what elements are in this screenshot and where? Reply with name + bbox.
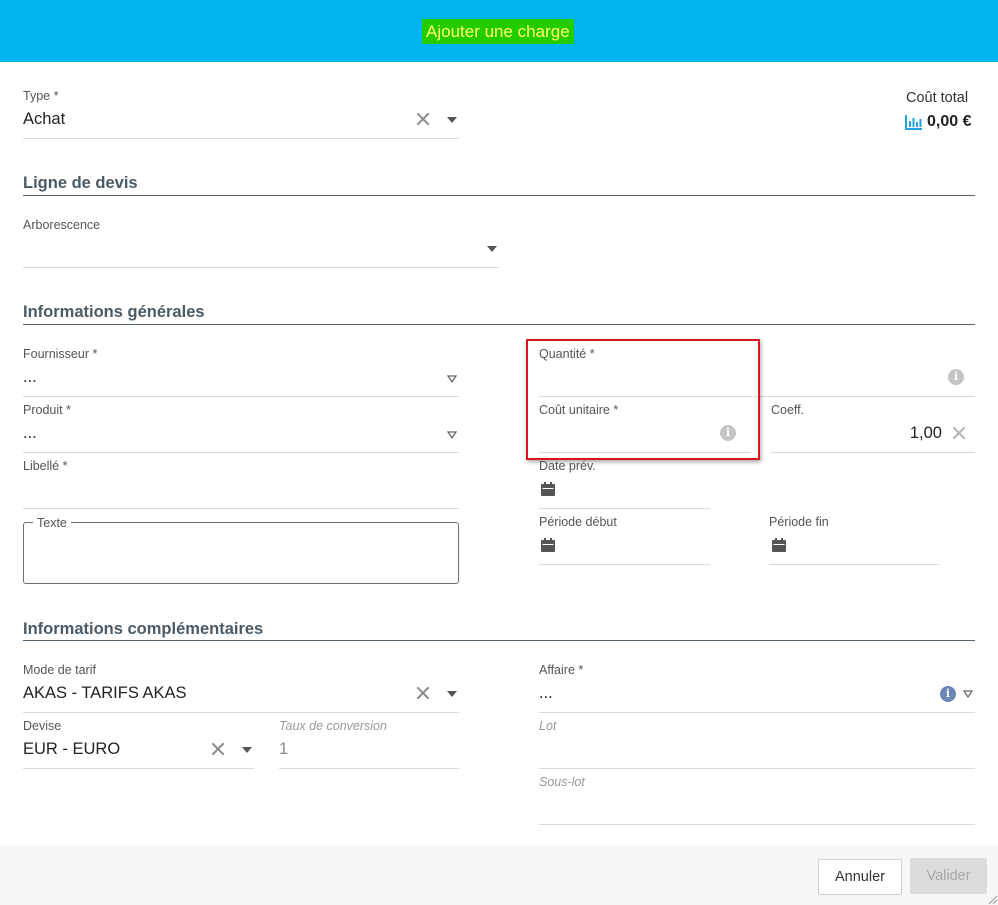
supplier-label: Fournisseur * — [23, 347, 98, 361]
rate-mode-clear-icon[interactable] — [416, 686, 430, 700]
rate-mode-select-value[interactable]: AKAS - TARIFS AKAS — [23, 684, 187, 703]
sublot-field-underline — [539, 824, 975, 825]
section-divider — [23, 195, 975, 196]
period-start-calendar-icon[interactable] — [540, 537, 556, 553]
business-field-underline — [539, 712, 975, 713]
chart-icon — [905, 115, 922, 130]
tree-dropdown-caret-icon[interactable] — [487, 246, 497, 252]
section-divider — [23, 640, 975, 641]
type-label: Type * — [23, 89, 59, 103]
product-dropdown-caret-icon[interactable] — [447, 431, 457, 439]
business-info-icon[interactable]: i — [940, 686, 956, 702]
currency-select-value[interactable]: EUR - EURO — [23, 740, 120, 759]
supplier-field-underline — [23, 396, 459, 397]
sublot-input — [539, 796, 975, 818]
business-dropdown-caret-icon[interactable] — [963, 690, 973, 698]
coeff-input[interactable]: 1,00 — [771, 424, 942, 443]
period-end-input[interactable] — [793, 536, 933, 558]
supplier-dropdown-caret-icon[interactable] — [447, 375, 457, 383]
sublot-label: Sous-lot — [539, 775, 585, 789]
lot-input — [539, 740, 975, 762]
currency-label: Devise — [23, 719, 62, 733]
product-label: Produit * — [23, 403, 71, 417]
dialog-header: Ajouter une charge — [0, 0, 998, 62]
text-area-label: Texte — [33, 516, 71, 530]
lot-field-underline — [539, 768, 975, 769]
type-clear-icon[interactable] — [416, 112, 430, 126]
total-cost-label: Coût total — [906, 90, 969, 106]
supplier-select-value[interactable]: ... — [23, 368, 37, 387]
tree-field-underline — [23, 267, 499, 268]
business-label: Affaire * — [539, 663, 584, 677]
currency-clear-icon[interactable] — [211, 742, 225, 756]
planned-date-input[interactable] — [562, 480, 702, 502]
dialog-title: Ajouter une charge — [422, 19, 574, 44]
section-title-quote-line: Ligne de devis — [23, 174, 138, 192]
section-title-complementary: Informations complémentaires — [23, 620, 264, 638]
quantity-info-icon[interactable]: i — [948, 369, 964, 385]
period-end-field-underline — [769, 564, 940, 565]
conversion-rate-label: Taux de conversion — [279, 719, 387, 733]
section-divider — [23, 324, 975, 325]
coeff-clear-icon[interactable] — [952, 426, 966, 440]
product-select-value[interactable]: ... — [23, 424, 37, 443]
cancel-button[interactable]: Annuler — [818, 859, 902, 895]
currency-dropdown-caret-icon[interactable] — [242, 747, 252, 753]
tree-label: Arborescence — [23, 218, 101, 232]
lot-label: Lot — [539, 719, 557, 733]
planned-date-calendar-icon[interactable] — [540, 481, 556, 497]
resize-grip-icon[interactable] — [987, 894, 997, 904]
period-start-field-underline — [539, 564, 710, 565]
planned-date-label: Date prév. — [539, 459, 596, 473]
wording-label: Libellé * — [23, 459, 68, 473]
planned-date-field-underline — [539, 508, 710, 509]
type-field-underline — [23, 138, 459, 139]
coeff-field-underline — [771, 452, 975, 453]
coeff-label: Coeff. — [771, 403, 805, 417]
wording-input[interactable] — [23, 480, 459, 502]
conversion-rate-field-underline — [279, 768, 459, 769]
product-field-underline — [23, 452, 459, 453]
rate-mode-field-underline — [23, 712, 459, 713]
text-area[interactable] — [23, 522, 459, 584]
rate-mode-label: Mode de tarif — [23, 663, 96, 677]
tree-select-value[interactable] — [23, 240, 483, 260]
highlight-box — [526, 339, 760, 460]
period-start-label: Période début — [539, 515, 617, 529]
currency-field-underline — [23, 768, 254, 769]
total-cost-value: 0,00 € — [927, 113, 972, 130]
business-select-value[interactable]: ... — [539, 684, 553, 703]
conversion-rate-input: 1 — [279, 740, 289, 758]
type-select-value[interactable]: Achat — [23, 110, 65, 129]
section-title-general: Informations générales — [23, 303, 205, 321]
period-start-input[interactable] — [562, 536, 702, 558]
period-end-calendar-icon[interactable] — [771, 537, 787, 553]
wording-field-underline — [23, 508, 459, 509]
type-dropdown-caret-icon[interactable] — [447, 117, 457, 123]
period-end-label: Période fin — [769, 515, 829, 529]
validate-button[interactable]: Valider — [910, 858, 987, 894]
rate-mode-dropdown-caret-icon[interactable] — [447, 691, 457, 697]
